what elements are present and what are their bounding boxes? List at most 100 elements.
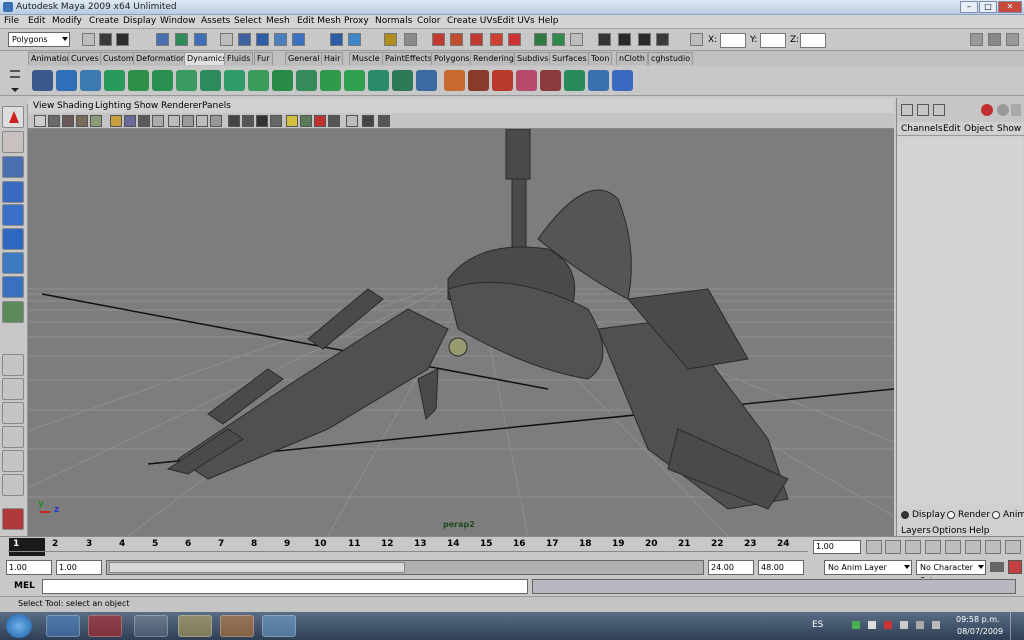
shelf-tab-fur[interactable]: Fur [254,52,273,65]
play-backwards-button[interactable] [925,540,941,554]
menu-modify[interactable]: Modify [52,16,82,26]
snap-point-icon[interactable] [256,33,269,46]
go-to-start-button[interactable] [866,540,882,554]
key-icon[interactable] [990,562,1004,572]
shelf-tab-toon[interactable]: Toon [588,52,613,65]
show-manipulator-icon[interactable] [2,301,24,323]
menu-proxy[interactable]: Proxy [344,16,369,26]
minimize-button[interactable]: – [960,1,978,13]
anim-layer-dropdown[interactable]: No Anim Layer [824,560,912,575]
layout-hypershade-icon[interactable] [2,474,24,496]
input-ops-icon[interactable] [432,33,445,46]
cb-sphere-icon[interactable] [997,104,1009,116]
snap-grid-icon[interactable] [220,33,233,46]
safe-title-icon[interactable] [182,115,194,127]
select-component-icon[interactable] [194,33,207,46]
shelf-tab-hair[interactable]: Hair [321,52,344,65]
range-slider-handle[interactable] [109,562,405,573]
layout-single-icon[interactable] [2,354,24,376]
network-icon[interactable] [852,621,860,629]
lasso-tool-icon[interactable] [2,131,24,153]
step-forward-key-button[interactable] [985,540,1001,554]
soft-mod-tool-icon[interactable] [2,276,24,298]
tool-settings-toggle-icon[interactable] [988,33,1001,46]
film-gate-icon[interactable] [110,115,122,127]
menu-set-dropdown[interactable]: Polygons [8,32,70,47]
hud-icon[interactable] [346,115,358,127]
shelf-menu-icon[interactable] [10,70,20,72]
range-slider[interactable] [106,560,704,575]
panel-menu-renderer[interactable]: Renderer [161,101,202,111]
volume-axis-icon[interactable] [296,70,317,91]
x-field[interactable] [720,33,746,48]
universal-manipulator-icon[interactable] [2,252,24,274]
xray-joints-icon[interactable] [378,115,390,127]
maya-taskbar-icon[interactable] [88,615,122,637]
selected-lights-icon[interactable] [314,115,326,127]
current-frame-field[interactable]: 1.00 [813,540,861,554]
render-radio[interactable] [947,511,955,519]
menu-display[interactable]: Display [123,16,156,26]
high-quality-icon[interactable] [362,115,374,127]
lock-icon[interactable] [384,33,397,46]
nail-constraint-icon[interactable] [368,70,389,91]
shelf-tab-custom[interactable]: Custom [100,52,137,65]
menu-window[interactable]: Window [160,16,196,26]
help-menu[interactable]: Help [969,526,990,536]
output-ops-icon[interactable] [450,33,463,46]
emitter-icon[interactable] [56,70,77,91]
cb-attr-icon[interactable] [917,104,929,116]
layers-menu[interactable]: Layers [901,526,931,536]
messenger-taskbar-icon[interactable] [262,615,296,637]
playback-end-field[interactable]: 24.00 [708,560,754,575]
anim-radio[interactable] [992,511,1000,519]
panel-menu-view[interactable]: View [33,101,54,111]
anim-prefs-icon[interactable] [1008,560,1022,574]
shelf-tab-polygons[interactable]: Polygons [431,52,473,65]
panel-menu-show[interactable]: Show [134,101,158,111]
perspective-viewport[interactable]: y z perap2 [28,129,894,536]
step-back-frame-button[interactable] [905,540,921,554]
bookmark-icon[interactable] [62,115,74,127]
play-forwards-button[interactable] [945,540,961,554]
lights-icon[interactable] [242,115,254,127]
animation-start-field[interactable]: 1.00 [6,560,52,575]
shadows-icon[interactable] [256,115,268,127]
snap-curve-icon[interactable] [238,33,251,46]
maximize-button[interactable]: □ [979,1,997,13]
menu-edit-uvs[interactable]: Edit UVs [497,16,535,26]
hinge-constraint-icon[interactable] [392,70,413,91]
explorer-taskbar-icon[interactable] [178,615,212,637]
particle-tool-icon[interactable] [32,70,53,91]
smoke-effect-icon[interactable] [468,70,489,91]
all-lights-icon[interactable] [300,115,312,127]
time-slider[interactable]: 1 2 3 4 5 6 7 8 9 10 11 12 13 14 15 16 1… [0,536,1024,558]
smooth-shade-icon[interactable] [210,115,222,127]
cb-menu-object[interactable]: Object [964,124,993,134]
shelf-tab-subdivs[interactable]: Subdivs [514,52,552,65]
attribute-editor-toggle-icon[interactable] [970,33,983,46]
grid-icon[interactable] [90,115,102,127]
magnet-icon[interactable] [470,33,483,46]
menu-help[interactable]: Help [538,16,559,26]
menu-select[interactable]: Select [234,16,262,26]
z-field[interactable] [800,33,826,48]
layout-two-icon[interactable] [2,402,24,424]
character-set-dropdown[interactable]: No Character Set [916,560,986,585]
security-icon[interactable] [884,621,892,629]
mel-input[interactable] [42,579,528,594]
wireframe-icon[interactable] [196,115,208,127]
transform-mode-icon[interactable] [690,33,703,46]
shelf-tab-dynamics[interactable]: Dynamics [184,52,230,65]
uniform-field-icon[interactable] [248,70,269,91]
paint-select-tool-icon[interactable] [2,156,24,178]
clapper-icon[interactable] [598,33,611,46]
rigid-body-icon[interactable] [344,70,365,91]
flag-icon[interactable] [868,621,876,629]
shatter-effect-icon[interactable] [540,70,561,91]
spring-constraint-icon[interactable] [416,70,437,91]
shelf-tab-fluids[interactable]: Fluids [224,52,254,65]
media-player-taskbar-icon[interactable] [220,615,254,637]
move-tool-icon[interactable] [2,181,24,203]
render-globals-icon[interactable] [656,33,669,46]
